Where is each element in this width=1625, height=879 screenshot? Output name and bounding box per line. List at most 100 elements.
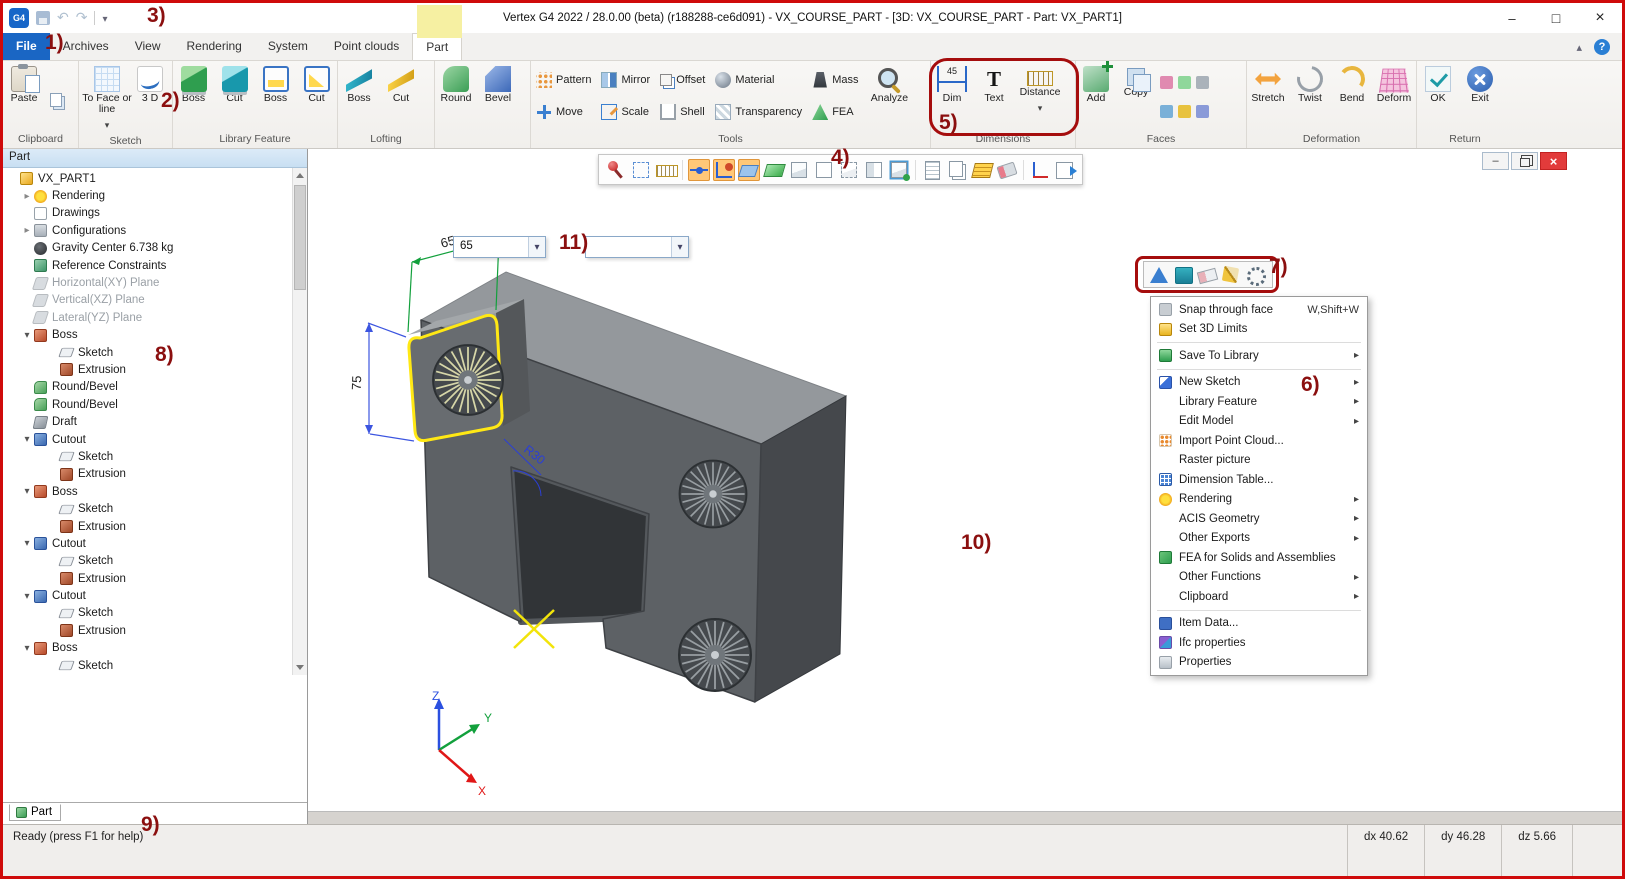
tree-item[interactable]: Extrusion bbox=[3, 570, 291, 587]
sheet-icon[interactable] bbox=[921, 159, 943, 181]
model-3d[interactable] bbox=[408, 272, 846, 702]
tree-item[interactable]: Boss bbox=[3, 483, 291, 500]
ok-button[interactable]: OK bbox=[1417, 62, 1459, 131]
bend-button[interactable]: Bend bbox=[1331, 62, 1373, 131]
copy-sheet-icon[interactable] bbox=[946, 159, 968, 181]
pattern-button[interactable]: Pattern bbox=[531, 64, 596, 95]
menu-item-raster-picture[interactable]: Raster picture bbox=[1151, 451, 1367, 471]
knurled-knob-2[interactable] bbox=[680, 461, 747, 528]
round-button[interactable]: Round bbox=[435, 62, 477, 131]
section-cube-icon[interactable] bbox=[863, 159, 885, 181]
pin-icon[interactable] bbox=[605, 159, 627, 181]
work-plane-icon[interactable] bbox=[763, 159, 785, 181]
tree-item[interactable]: Sketch bbox=[3, 605, 291, 622]
menu-item-properties[interactable]: Properties bbox=[1151, 653, 1367, 673]
tree-item-root[interactable]: VX_PART1 bbox=[3, 170, 291, 187]
tab-rendering[interactable]: Rendering bbox=[173, 33, 254, 60]
dimension-name-combo[interactable] bbox=[585, 236, 689, 258]
tab-file[interactable]: File bbox=[3, 33, 50, 60]
undo-icon[interactable] bbox=[57, 9, 69, 27]
tree-item[interactable]: Extrusion bbox=[3, 518, 291, 535]
bevel-button[interactable]: Bevel bbox=[477, 62, 519, 131]
tree-item[interactable]: Extrusion bbox=[3, 622, 291, 639]
dimension-75[interactable]: 75 bbox=[349, 323, 414, 441]
menu-item-library-feature[interactable]: Library Feature bbox=[1151, 392, 1367, 412]
transparency-button[interactable]: Transparency bbox=[710, 97, 807, 128]
brush-icon[interactable] bbox=[1221, 265, 1241, 285]
stretch-button[interactable]: Stretch bbox=[1247, 62, 1289, 131]
menu-item-set-3d-limits[interactable]: Set 3D Limits bbox=[1151, 320, 1367, 340]
layers-icon[interactable] bbox=[971, 159, 993, 181]
chevron-down-icon[interactable] bbox=[21, 538, 33, 549]
ruler-icon[interactable] bbox=[655, 159, 677, 181]
chevron-right-icon[interactable] bbox=[21, 225, 33, 236]
select-frame-icon[interactable] bbox=[630, 159, 652, 181]
menu-item-snap-through-face[interactable]: Snap through face W,Shift+W bbox=[1151, 300, 1367, 320]
library-boss2-button[interactable]: Boss bbox=[255, 62, 296, 131]
tree-item[interactable]: Sketch bbox=[3, 344, 291, 361]
collapse-ribbon-icon[interactable] bbox=[1576, 38, 1582, 56]
tab-part-bottom[interactable]: Part bbox=[9, 804, 61, 821]
tree-item[interactable]: Cutout bbox=[3, 535, 291, 552]
triad-icon[interactable] bbox=[1029, 159, 1051, 181]
chevron-down-icon[interactable] bbox=[21, 591, 33, 602]
menu-item-item-data[interactable]: Item Data... bbox=[1151, 614, 1367, 634]
tree-item[interactable]: Reference Constraints bbox=[3, 257, 291, 274]
chevron-down-icon[interactable] bbox=[21, 434, 33, 445]
shaded-cube-icon[interactable] bbox=[788, 159, 810, 181]
twist-button[interactable]: Twist bbox=[1289, 62, 1331, 131]
export-icon[interactable] bbox=[1054, 159, 1076, 181]
menu-item-save-to-library[interactable]: Save To Library bbox=[1151, 346, 1367, 366]
menu-item-rendering[interactable]: Rendering bbox=[1151, 490, 1367, 510]
chevron-down-icon[interactable] bbox=[671, 237, 688, 257]
save-icon[interactable] bbox=[36, 11, 50, 25]
help-icon[interactable] bbox=[1594, 39, 1610, 55]
distance-button[interactable]: Distance bbox=[1015, 62, 1065, 131]
tree-item[interactable]: Extrusion bbox=[3, 361, 291, 378]
dimension-value-combo[interactable]: 65 bbox=[453, 236, 546, 258]
knurled-knob-1[interactable] bbox=[433, 345, 503, 415]
tree-item[interactable]: Draft bbox=[3, 413, 291, 430]
face-tool-icon[interactable] bbox=[1178, 105, 1191, 118]
face-tool-icon[interactable] bbox=[1160, 105, 1173, 118]
mirror-button[interactable]: Mirror bbox=[596, 64, 655, 95]
fea-button[interactable]: FEA bbox=[807, 97, 863, 128]
chevron-down-icon[interactable] bbox=[21, 643, 33, 654]
tab-view[interactable]: View bbox=[122, 33, 174, 60]
chevron-down-icon[interactable] bbox=[528, 237, 545, 257]
to-face-or-line-button[interactable]: To Face or line bbox=[79, 62, 135, 133]
exit-button[interactable]: Exit bbox=[1459, 62, 1501, 131]
tree-item[interactable]: Sketch bbox=[3, 657, 291, 674]
cone-icon[interactable] bbox=[1150, 267, 1168, 283]
library-cut-button[interactable]: Cut bbox=[214, 62, 255, 131]
move-button[interactable]: Move bbox=[531, 97, 596, 128]
scrollbar-thumb[interactable] bbox=[294, 185, 306, 290]
snap-face-icon[interactable] bbox=[738, 159, 760, 181]
eraser-icon[interactable] bbox=[1197, 265, 1217, 285]
hidden-line-cube-icon[interactable] bbox=[838, 159, 860, 181]
face-tool-icon[interactable] bbox=[1196, 105, 1209, 118]
scroll-up-icon[interactable] bbox=[293, 168, 307, 183]
knurled-knob-3[interactable] bbox=[679, 619, 751, 691]
dim-button[interactable]: 45 Dim bbox=[931, 62, 973, 131]
tree-item[interactable]: Configurations bbox=[3, 222, 291, 239]
mass-button[interactable]: Mass bbox=[807, 64, 863, 95]
face-tool-icon[interactable] bbox=[1160, 76, 1173, 89]
chevron-down-icon[interactable] bbox=[102, 9, 107, 27]
deform-button[interactable]: Deform bbox=[1373, 62, 1415, 131]
menu-item-new-sketch[interactable]: New Sketch bbox=[1151, 373, 1367, 393]
tab-system[interactable]: System bbox=[255, 33, 321, 60]
paste-button[interactable]: Paste bbox=[3, 62, 45, 131]
tree-item[interactable]: Drawings bbox=[3, 205, 291, 222]
wire-cube-icon[interactable] bbox=[813, 159, 835, 181]
redo-icon[interactable] bbox=[76, 9, 88, 27]
library-icon[interactable] bbox=[1173, 265, 1193, 285]
app-logo[interactable]: G4 bbox=[9, 8, 29, 28]
text-button[interactable]: T Text bbox=[973, 62, 1015, 131]
chevron-right-icon[interactable] bbox=[21, 191, 33, 202]
sketch-3d-button[interactable]: 3 D bbox=[135, 62, 165, 133]
tree-item[interactable]: Cutout bbox=[3, 587, 291, 604]
material-button[interactable]: Material bbox=[710, 64, 807, 95]
menu-item-fea[interactable]: FEA for Solids and Assemblies bbox=[1151, 548, 1367, 568]
tree-item[interactable]: Sketch bbox=[3, 500, 291, 517]
